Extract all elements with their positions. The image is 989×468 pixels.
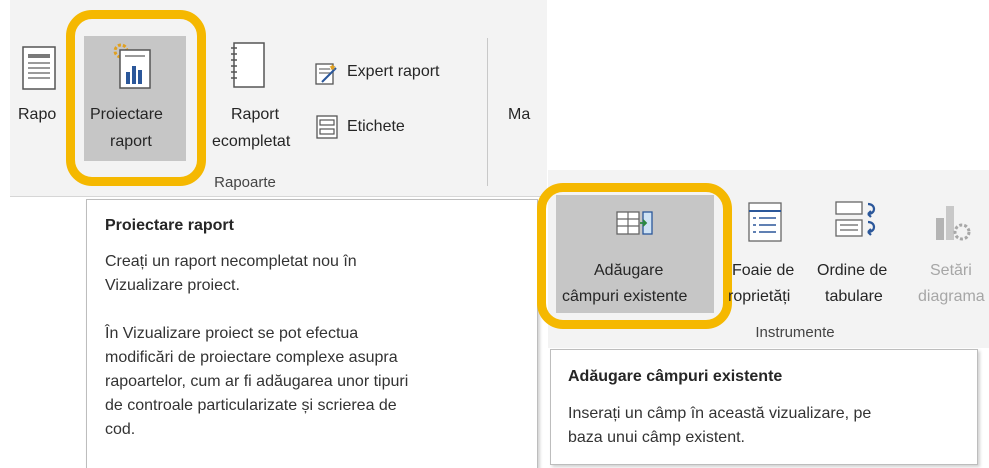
tooltip-line: În Vizualizare proiect se pot efectua bbox=[105, 325, 359, 342]
tooltip-line: Inserați un câmp în această vizualizare,… bbox=[568, 405, 872, 422]
property-sheet-icon bbox=[748, 202, 782, 242]
tooltip-proiectare-raport: Proiectare raport Creați un raport necom… bbox=[86, 199, 538, 468]
report-wizard-icon bbox=[315, 63, 337, 85]
tooltip-line: modificări de proiectare complexe asupra bbox=[105, 349, 398, 366]
highlight-proiectare bbox=[66, 10, 206, 186]
tab-order-icon bbox=[835, 201, 876, 237]
foaie-label-line1: Foaie de bbox=[732, 262, 795, 279]
tooltip-adaugare-campuri: Adăugare câmpuri existente Inserați un c… bbox=[550, 349, 978, 465]
labels-icon bbox=[316, 115, 338, 139]
etichete-label: Etichete bbox=[347, 118, 405, 135]
foaie-label-line2: roprietăți bbox=[728, 288, 791, 305]
ordine-label-line1: Ordine de bbox=[817, 262, 888, 279]
next-button-label-partial: Ma bbox=[508, 106, 531, 123]
report-icon bbox=[22, 46, 56, 90]
raport-necompletat-label-line2: ecompletat bbox=[212, 133, 291, 150]
expert-raport-label: Expert raport bbox=[347, 63, 440, 80]
etichete-button[interactable]: Etichete bbox=[314, 114, 434, 142]
tooltip-line: baza unui câmp existent. bbox=[568, 429, 745, 446]
tooltip-line: rapoartelor, cum ar fi adăugarea unor ti… bbox=[105, 373, 409, 390]
tooltip-title: Adăugare câmpuri existente bbox=[568, 368, 783, 385]
ribbon-separator bbox=[487, 38, 488, 186]
setari-label-line1: Setări bbox=[930, 262, 972, 279]
setari-label-line2: diagrama bbox=[918, 288, 985, 305]
rapoarte-group-label: Rapoarte bbox=[214, 174, 276, 191]
tooltip-line: Vizualizare proiect. bbox=[105, 277, 240, 294]
raport-necompletat-label-line1: Raport bbox=[231, 106, 280, 123]
tooltip-line: de controale particularizate și scrierea… bbox=[105, 397, 397, 414]
tooltip-line: cod. bbox=[105, 421, 136, 438]
chart-settings-icon bbox=[936, 206, 971, 241]
expert-raport-button[interactable]: Expert raport bbox=[314, 60, 474, 88]
instrumente-group-label: Instrumente bbox=[755, 324, 835, 341]
raport-button-label: Rapo bbox=[18, 106, 57, 123]
tooltip-title: Proiectare raport bbox=[105, 217, 234, 234]
highlight-adaugare bbox=[537, 183, 732, 329]
tooltip-line: Creați un raport necompletat nou în bbox=[105, 253, 357, 270]
ordine-label-line2: tabulare bbox=[825, 288, 883, 305]
